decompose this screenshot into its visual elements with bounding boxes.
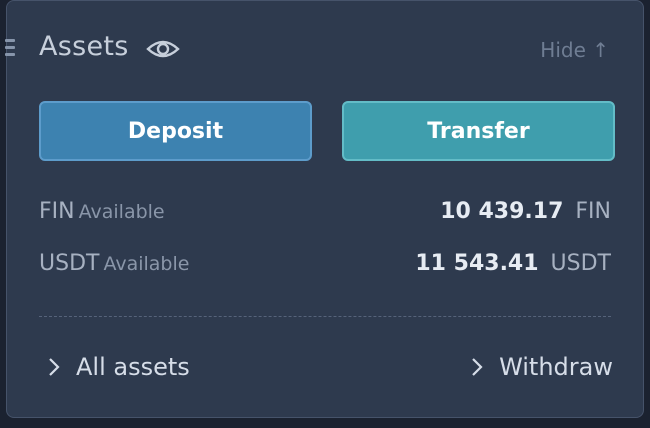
balance-value: 11 543.41 bbox=[415, 251, 539, 276]
available-label: Available bbox=[78, 201, 165, 223]
all-assets-label: All assets bbox=[76, 353, 190, 381]
deposit-button[interactable]: Deposit bbox=[39, 101, 312, 161]
currency-label: USDT bbox=[39, 251, 100, 276]
withdraw-link[interactable]: Withdraw bbox=[471, 353, 613, 381]
hide-toggle[interactable]: Hide ↑ bbox=[540, 38, 609, 62]
transfer-button[interactable]: Transfer bbox=[342, 101, 615, 161]
balance-unit: USDT bbox=[550, 251, 611, 276]
panel-title: Assets bbox=[39, 31, 129, 62]
balance-value: 10 439.17 bbox=[440, 199, 564, 224]
balance-amount: 10 439.17 FIN bbox=[440, 199, 611, 224]
currency-label: FIN bbox=[39, 199, 75, 224]
chevron-right-icon bbox=[472, 358, 483, 376]
balance-amount: 11 543.41 USDT bbox=[415, 251, 611, 276]
balance-row-usdt: USDT Available 11 543.41 USDT bbox=[39, 251, 611, 281]
drag-handle-icon[interactable] bbox=[5, 39, 19, 59]
assets-panel: Assets Hide ↑ Deposit Transfer FIN Availa… bbox=[5, 0, 644, 418]
chevron-right-icon bbox=[49, 358, 60, 376]
balance-unit: FIN bbox=[575, 199, 611, 224]
all-assets-link[interactable]: All assets bbox=[48, 353, 190, 381]
divider bbox=[39, 316, 611, 317]
eye-icon[interactable] bbox=[146, 36, 180, 62]
available-label: Available bbox=[103, 253, 190, 275]
balance-row-fin: FIN Available 10 439.17 FIN bbox=[39, 199, 611, 229]
withdraw-label: Withdraw bbox=[499, 353, 613, 381]
